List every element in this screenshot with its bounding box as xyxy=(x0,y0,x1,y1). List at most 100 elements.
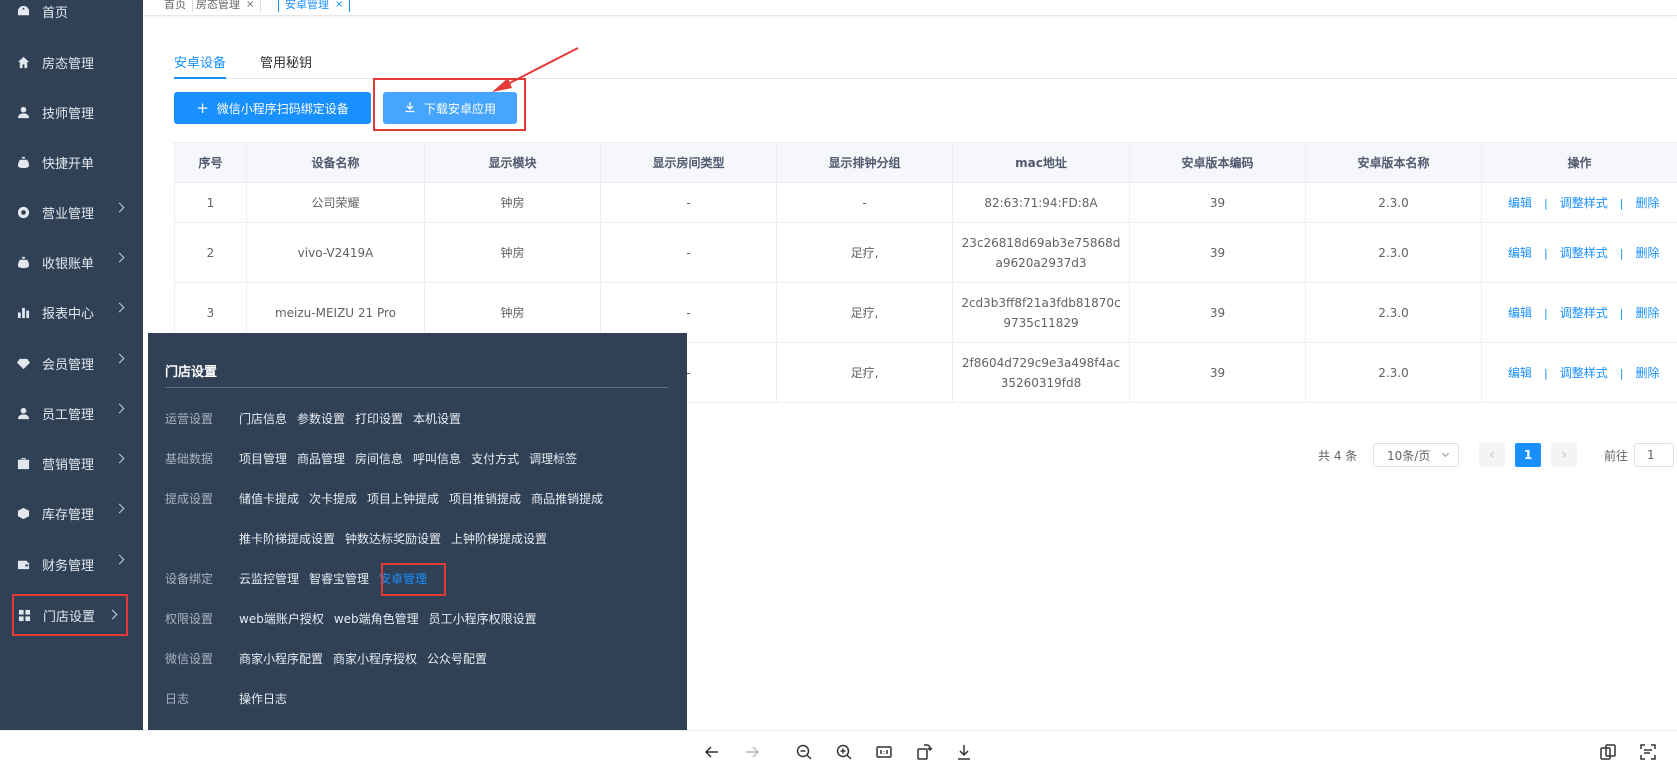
delete-link[interactable]: 删除 xyxy=(1635,366,1659,380)
cell-mac: 2cd3b3ff8f21a3fdb81870c9735c11829 xyxy=(952,282,1130,343)
flyout-link[interactable]: 次卡提成 xyxy=(309,490,357,507)
tag-room-status[interactable]: 房态管理 × xyxy=(190,0,262,12)
flyout-link[interactable]: 门店信息 xyxy=(239,410,287,427)
zoom-in-icon[interactable] xyxy=(835,743,853,761)
cell-room-type: - xyxy=(600,182,777,223)
sidebar-item[interactable]: 技师管理 xyxy=(0,87,143,137)
adjust-style-link[interactable]: 调整样式 xyxy=(1560,196,1608,210)
edit-link[interactable]: 编辑 xyxy=(1508,196,1532,210)
flyout-link[interactable]: 上钟阶梯提成设置 xyxy=(451,530,547,547)
flyout-link[interactable]: 项目推销提成 xyxy=(449,490,521,507)
flyout-link[interactable]: 呼叫信息 xyxy=(413,450,461,467)
briefcase-icon xyxy=(16,456,30,470)
flyout-link[interactable]: 操作日志 xyxy=(239,690,287,707)
flyout-link[interactable]: 智睿宝管理 xyxy=(309,570,369,587)
delete-link[interactable]: 删除 xyxy=(1635,196,1659,210)
next-page-button[interactable]: › xyxy=(1551,443,1577,467)
edit-link[interactable]: 编辑 xyxy=(1508,366,1532,380)
edit-link[interactable]: 编辑 xyxy=(1508,246,1532,260)
flyout-link[interactable]: 商品管理 xyxy=(297,450,345,467)
cell-version: 2.3.0 xyxy=(1305,182,1482,223)
flyout-link[interactable]: 调理标签 xyxy=(529,450,577,467)
delete-link[interactable]: 删除 xyxy=(1635,306,1659,320)
rotate-icon[interactable] xyxy=(915,743,933,761)
sidebar-item-label: 财务管理 xyxy=(42,558,95,574)
translate-icon[interactable] xyxy=(1599,743,1617,761)
actual-size-icon[interactable] xyxy=(875,743,893,761)
tag-android-manage[interactable]: 安卓管理 × xyxy=(278,0,351,12)
goto-page-input[interactable] xyxy=(1634,443,1674,467)
column-header: mac地址 xyxy=(952,142,1130,183)
adjust-style-link[interactable]: 调整样式 xyxy=(1560,366,1608,380)
cell-room-type: - xyxy=(600,222,777,283)
close-icon[interactable]: × xyxy=(335,0,343,10)
page-size-select[interactable]: 10条/页 xyxy=(1373,443,1459,467)
cell-version: 2.3.0 xyxy=(1305,222,1482,283)
tab-android-devices[interactable]: 安卓设备 xyxy=(174,52,227,79)
sidebar-item[interactable]: 门店设置 xyxy=(12,594,128,636)
flyout-link[interactable]: 支付方式 xyxy=(471,450,519,467)
adjust-style-link[interactable]: 调整样式 xyxy=(1560,246,1608,260)
flyout-link[interactable]: 房间信息 xyxy=(355,450,403,467)
chevron-right-icon xyxy=(114,202,125,213)
tab-secret-keys[interactable]: 管用秘钥 xyxy=(260,52,312,79)
flyout-link[interactable]: 本机设置 xyxy=(413,410,461,427)
chevron-right-icon xyxy=(114,403,125,414)
table-row: 1 公司荣耀 钟房 - -82:63:71:94:FD:8A 39 2.3.0 编辑 | 调整样式… xyxy=(174,182,1677,223)
separator: | xyxy=(1619,367,1624,380)
flyout-link[interactable]: 商家小程序授权 xyxy=(333,650,417,667)
flyout-link[interactable]: 项目管理 xyxy=(239,450,287,467)
flyout-link[interactable]: web端账户授权 xyxy=(239,610,324,627)
sidebar-item[interactable]: 报表中心 xyxy=(0,287,143,337)
sidebar-item[interactable]: 快捷开单 xyxy=(0,137,143,187)
prev-page-button[interactable]: ‹ xyxy=(1479,443,1505,467)
cell-actions: 编辑 | 调整样式 | 删除 xyxy=(1481,342,1677,403)
flyout-group-label: 提成设置 xyxy=(165,491,214,506)
tag-label: 房态管理 xyxy=(196,0,240,11)
sidebar-item[interactable]: 员工管理 xyxy=(0,388,143,438)
edit-link[interactable]: 编辑 xyxy=(1508,306,1532,320)
flyout-link[interactable]: 参数设置 xyxy=(297,410,345,427)
cell-code: 39 xyxy=(1129,222,1306,283)
flyout-link[interactable]: 推卡阶梯提成设置 xyxy=(239,530,335,547)
sidebar-item[interactable]: 收银账单 xyxy=(0,237,143,287)
sidebar-item[interactable]: 营业管理 xyxy=(0,187,143,237)
sidebar-item[interactable]: 财务管理 xyxy=(0,539,143,589)
flyout-link[interactable]: 商家小程序配置 xyxy=(239,650,323,667)
delete-link[interactable]: 删除 xyxy=(1635,246,1659,260)
sidebar-item[interactable]: 库存管理 xyxy=(0,488,143,538)
flyout-link[interactable]: 钟数达标奖励设置 xyxy=(345,530,441,547)
sidebar-item-label: 营业管理 xyxy=(42,206,95,222)
download-app-button[interactable]: 下载安卓应用 xyxy=(383,92,517,124)
close-icon[interactable]: × xyxy=(246,0,254,10)
bind-device-button[interactable]: + 微信小程序扫码绑定设备 xyxy=(174,92,371,124)
tag-home[interactable]: 首页 xyxy=(158,0,193,12)
flyout-group: 基础数据 项目管理 商品管理 房间信息 呼叫信息 支付方式 调理标签 xyxy=(165,448,577,468)
sidebar-item[interactable]: 房态管理 xyxy=(0,37,143,87)
page-1-button[interactable]: 1 xyxy=(1515,443,1541,467)
cell-version: 2.3.0 xyxy=(1305,282,1482,343)
flyout-link[interactable]: 商品推销提成 xyxy=(531,490,603,507)
download-icon[interactable] xyxy=(955,743,973,761)
sidebar-item-label: 门店设置 xyxy=(43,609,96,625)
arrow-left-icon[interactable] xyxy=(703,743,721,761)
flyout-link[interactable]: 储值卡提成 xyxy=(239,490,299,507)
flyout-link[interactable]: web端角色管理 xyxy=(334,610,419,627)
cell-group: 足疗, xyxy=(776,222,953,283)
column-header: 安卓版本名称 xyxy=(1305,142,1482,183)
arrow-right-icon[interactable] xyxy=(743,743,761,761)
flyout-link[interactable]: 云监控管理 xyxy=(239,570,299,587)
sidebar-item[interactable]: 会员管理 xyxy=(0,338,143,388)
separator: | xyxy=(1544,197,1548,210)
flyout-link[interactable]: 公众号配置 xyxy=(427,650,487,667)
sidebar-item[interactable]: 首页 xyxy=(0,0,143,36)
sidebar-item[interactable]: 营销管理 xyxy=(0,438,143,488)
flyout-link[interactable]: 员工小程序权限设置 xyxy=(429,610,537,627)
zoom-out-icon[interactable] xyxy=(795,743,813,761)
flyout-link[interactable]: 项目上钟提成 xyxy=(367,490,439,507)
adjust-style-link[interactable]: 调整样式 xyxy=(1560,306,1608,320)
chevron-down-icon xyxy=(1441,449,1450,458)
dashboard-icon xyxy=(16,4,30,18)
flyout-link[interactable]: 打印设置 xyxy=(355,410,403,427)
scan-icon[interactable] xyxy=(1639,743,1657,761)
